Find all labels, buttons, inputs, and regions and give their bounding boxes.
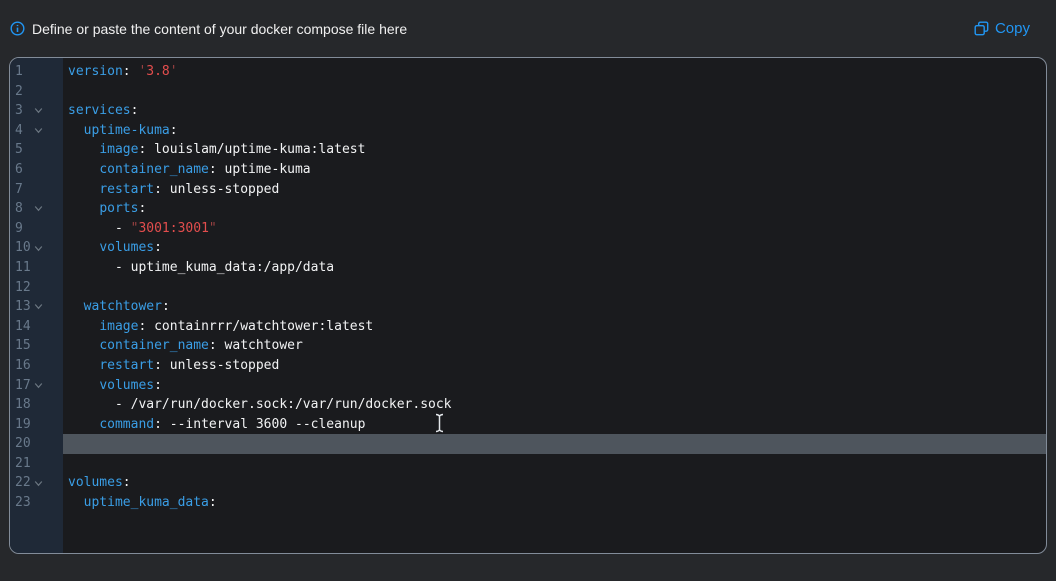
code-line[interactable]: 10 volumes:	[10, 238, 1046, 258]
line-number: 6	[10, 160, 63, 180]
code-content[interactable]: uptime_kuma_data:	[63, 493, 1046, 513]
line-number: 9	[10, 219, 63, 239]
editor-hint-text: Define or paste the content of your dock…	[32, 21, 407, 37]
line-number: 21	[10, 454, 63, 474]
code-line[interactable]: 23 uptime_kuma_data:	[10, 493, 1046, 513]
code-content[interactable]: restart: unless-stopped	[63, 356, 1046, 376]
fold-chevron-icon[interactable]	[34, 473, 43, 493]
docker-compose-editor[interactable]: 1version: '3.8'23services:4 uptime-kuma:…	[9, 57, 1047, 554]
code-line[interactable]: 6 container_name: uptime-kuma	[10, 160, 1046, 180]
code-content[interactable]	[63, 278, 1046, 298]
code-content[interactable]: - /var/run/docker.sock:/var/run/docker.s…	[63, 395, 1046, 415]
fold-chevron-icon[interactable]	[34, 199, 43, 219]
header-bar: Define or paste the content of your dock…	[0, 0, 1056, 57]
code-line[interactable]: 14 image: containrrr/watchtower:latest	[10, 317, 1046, 337]
line-number: 16	[10, 356, 63, 376]
line-number: 20	[10, 434, 63, 454]
code-line[interactable]: 13 watchtower:	[10, 297, 1046, 317]
info-circle-icon	[10, 21, 25, 36]
line-number: 18	[10, 395, 63, 415]
code-line[interactable]: 1version: '3.8'	[10, 62, 1046, 82]
fold-chevron-icon[interactable]	[34, 297, 43, 317]
line-number: 22	[10, 473, 63, 493]
line-number: 10	[10, 238, 63, 258]
code-content[interactable]: container_name: watchtower	[63, 336, 1046, 356]
copy-button[interactable]: Copy	[974, 20, 1030, 37]
code-line[interactable]: 5 image: louislam/uptime-kuma:latest	[10, 140, 1046, 160]
line-number: 5	[10, 140, 63, 160]
code-content[interactable]	[63, 82, 1046, 102]
line-number: 13	[10, 297, 63, 317]
fold-chevron-icon[interactable]	[34, 376, 43, 396]
code-content[interactable]: image: containrrr/watchtower:latest	[63, 317, 1046, 337]
line-number: 14	[10, 317, 63, 337]
code-line[interactable]: 2	[10, 82, 1046, 102]
code-line[interactable]: 16 restart: unless-stopped	[10, 356, 1046, 376]
code-content[interactable]: - uptime_kuma_data:/app/data	[63, 258, 1046, 278]
code-line[interactable]: 19 command: --interval 3600 --cleanup	[10, 415, 1046, 435]
code-content[interactable]: command: --interval 3600 --cleanup	[63, 415, 1046, 435]
fold-chevron-icon[interactable]	[34, 101, 43, 121]
code-line[interactable]: 22volumes:	[10, 473, 1046, 493]
line-number: 17	[10, 376, 63, 396]
line-number: 11	[10, 258, 63, 278]
line-number: 12	[10, 278, 63, 298]
line-number: 1	[10, 62, 63, 82]
code-content[interactable]: services:	[63, 101, 1046, 121]
code-content[interactable]: volumes:	[63, 238, 1046, 258]
code-line[interactable]: 3services:	[10, 101, 1046, 121]
code-content[interactable]: volumes:	[63, 473, 1046, 493]
code-content[interactable]: uptime-kuma:	[63, 121, 1046, 141]
code-content[interactable]: - "3001:3001"	[63, 219, 1046, 239]
line-number: 4	[10, 121, 63, 141]
line-number: 3	[10, 101, 63, 121]
code-line[interactable]: 18 - /var/run/docker.sock:/var/run/docke…	[10, 395, 1046, 415]
line-number: 8	[10, 199, 63, 219]
code-line[interactable]: 21	[10, 454, 1046, 474]
header-hint: Define or paste the content of your dock…	[10, 21, 407, 37]
code-content[interactable]	[63, 454, 1046, 474]
code-line[interactable]: 20	[10, 434, 1046, 454]
code-line[interactable]: 12	[10, 278, 1046, 298]
code-content[interactable]: ports:	[63, 199, 1046, 219]
code-line[interactable]: 7 restart: unless-stopped	[10, 180, 1046, 200]
code-content[interactable]: container_name: uptime-kuma	[63, 160, 1046, 180]
fold-chevron-icon[interactable]	[34, 121, 43, 141]
editor-lines: 1version: '3.8'23services:4 uptime-kuma:…	[10, 62, 1046, 513]
code-line[interactable]: 8 ports:	[10, 199, 1046, 219]
code-content[interactable]: version: '3.8'	[63, 62, 1046, 82]
line-number: 7	[10, 180, 63, 200]
code-content[interactable]: restart: unless-stopped	[63, 180, 1046, 200]
line-number: 23	[10, 493, 63, 513]
line-number: 15	[10, 336, 63, 356]
fold-chevron-icon[interactable]	[34, 238, 43, 258]
code-content[interactable]: image: louislam/uptime-kuma:latest	[63, 140, 1046, 160]
code-line[interactable]: 15 container_name: watchtower	[10, 336, 1046, 356]
line-number: 2	[10, 82, 63, 102]
code-line[interactable]: 11 - uptime_kuma_data:/app/data	[10, 258, 1046, 278]
code-line[interactable]: 9 - "3001:3001"	[10, 219, 1046, 239]
code-content[interactable]: watchtower:	[63, 297, 1046, 317]
code-content[interactable]: volumes:	[63, 376, 1046, 396]
code-line[interactable]: 17 volumes:	[10, 376, 1046, 396]
copy-button-label: Copy	[995, 20, 1030, 37]
line-number: 19	[10, 415, 63, 435]
code-content[interactable]	[63, 434, 1046, 454]
copy-icon	[974, 21, 989, 36]
code-line[interactable]: 4 uptime-kuma:	[10, 121, 1046, 141]
